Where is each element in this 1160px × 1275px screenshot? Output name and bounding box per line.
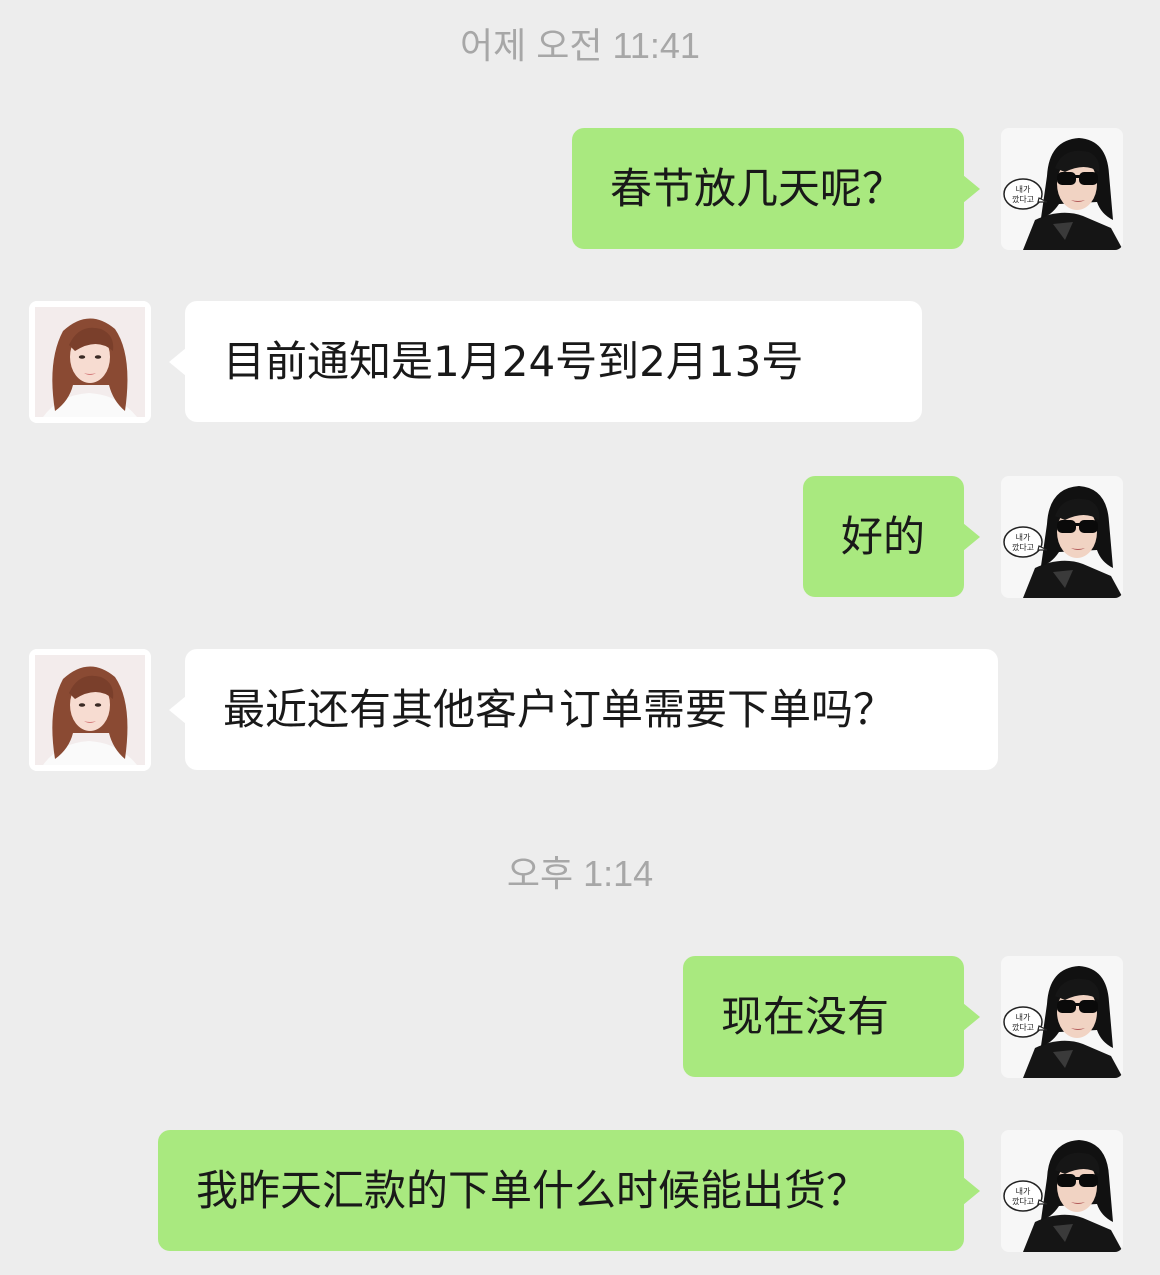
- timestamp-afternoon: 오후 1:14: [506, 853, 654, 894]
- message-text: 我昨天汇款的下单什么时候能出货？: [196, 1165, 869, 1215]
- my-avatar[interactable]: [1001, 1130, 1123, 1252]
- sunglasses-woman-avatar-icon: [1001, 476, 1123, 598]
- contact-avatar[interactable]: [29, 649, 151, 771]
- timestamp-yesterday: 어제 오전 11:41: [460, 25, 700, 66]
- message-text: 好的: [841, 511, 926, 561]
- my-avatar[interactable]: [1001, 128, 1123, 250]
- message-text: 最近还有其他客户订单需要下单吗？: [223, 684, 896, 734]
- sent-message-bubble[interactable]: 好的: [803, 476, 980, 597]
- my-avatar[interactable]: [1001, 476, 1123, 598]
- received-message-bubble[interactable]: 目前通知是1月24号到2月13号: [169, 301, 922, 422]
- sent-message-bubble[interactable]: 春节放几天呢？: [572, 128, 980, 249]
- message-text: 春节放几天呢？: [610, 163, 905, 213]
- message-text: 现在没有: [721, 991, 890, 1041]
- message-text: 目前通知是1月24号到2月13号: [223, 336, 804, 386]
- woman-portrait-avatar-icon: [29, 301, 151, 423]
- sunglasses-woman-avatar-icon: [1001, 956, 1123, 1078]
- contact-avatar[interactable]: [29, 301, 151, 423]
- sunglasses-woman-avatar-icon: [1001, 1130, 1123, 1252]
- sent-message-bubble[interactable]: 我昨天汇款的下单什么时候能出货？: [158, 1130, 980, 1251]
- sent-message-bubble[interactable]: 现在没有: [683, 956, 980, 1077]
- my-avatar[interactable]: [1001, 956, 1123, 1078]
- sunglasses-woman-avatar-icon: [1001, 128, 1123, 250]
- received-message-bubble[interactable]: 最近还有其他客户订单需要下单吗？: [169, 649, 998, 770]
- woman-portrait-avatar-icon: [29, 649, 151, 771]
